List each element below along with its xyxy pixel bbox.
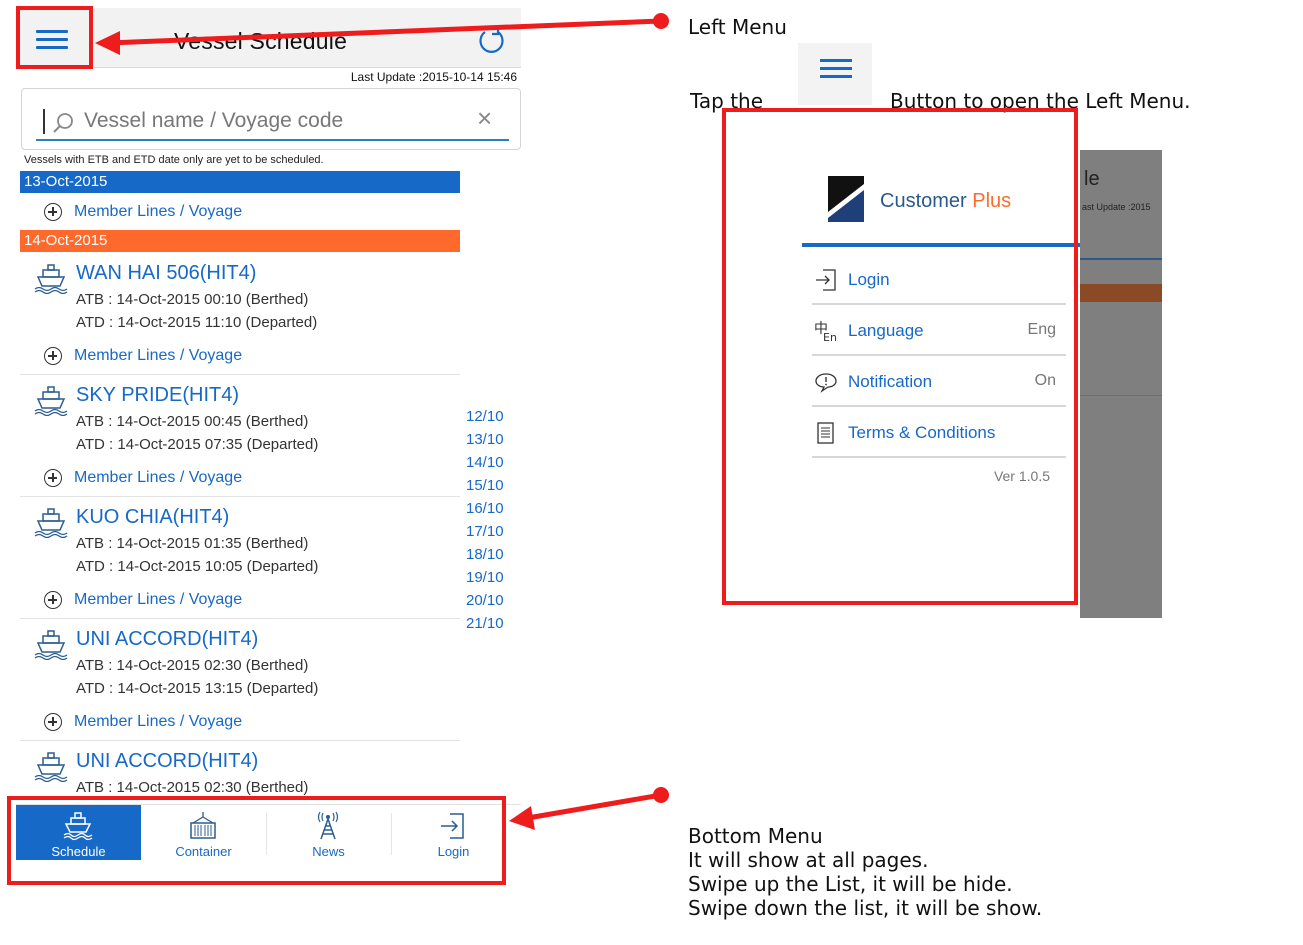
bottom-menu-arrowhead bbox=[509, 806, 535, 830]
left-menu-highlight bbox=[722, 108, 1078, 605]
dimmed-background[interactable]: le ast Update :2015 bbox=[1080, 150, 1162, 618]
left-menu-arrow bbox=[107, 18, 662, 46]
bottom-menu-note: Swipe up the List, it will be hide. bbox=[688, 872, 1013, 896]
left-menu-screenshot: le ast Update :2015 Customer Plus Login … bbox=[722, 108, 1162, 620]
bottom-menu-heading: Bottom Menu bbox=[688, 824, 823, 848]
left-menu-heading: Left Menu bbox=[688, 15, 787, 39]
overlay-divider bbox=[1080, 258, 1162, 260]
bottom-menu-note: It will show at all pages. bbox=[688, 848, 929, 872]
overlay-update-fragment: ast Update :2015 bbox=[1082, 202, 1151, 212]
overlay-date-header bbox=[1080, 284, 1162, 302]
callout-dot bbox=[653, 787, 669, 803]
callout-dot bbox=[653, 13, 669, 29]
bottom-menu-note: Swipe down the list, it will be show. bbox=[688, 896, 1043, 920]
left-menu-arrowhead bbox=[95, 31, 120, 55]
overlay-title-fragment: le bbox=[1084, 168, 1100, 190]
bottom-menu-arrow bbox=[521, 792, 662, 822]
overlay-divider bbox=[1080, 395, 1162, 396]
hamburger-sample bbox=[798, 43, 872, 105]
